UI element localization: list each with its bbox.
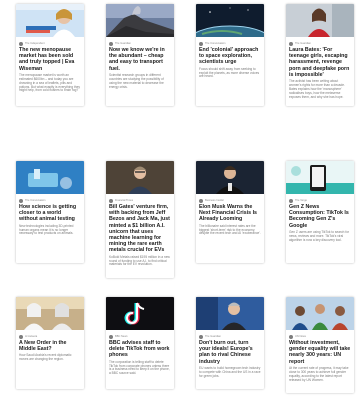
source-logo-icon bbox=[109, 334, 113, 339]
source-logo-icon bbox=[19, 198, 23, 203]
source-logo-icon bbox=[289, 198, 293, 203]
article-card[interactable]: The Guardian Don't burn out, turn your i… bbox=[196, 297, 264, 389]
article-headline[interactable]: A New Order in the Middle East? bbox=[16, 339, 84, 352]
source-logo-icon bbox=[19, 41, 23, 46]
bill-gates-portrait-photo-icon bbox=[106, 161, 174, 194]
article-excerpt: New technologies including 3D-printed hu… bbox=[19, 223, 74, 236]
middle-east-leaders-photo-icon bbox=[16, 297, 84, 330]
article-card[interactable]: UN News Without investment, gender equal… bbox=[286, 297, 354, 393]
article-excerpt: The activist has been writing about wome… bbox=[289, 79, 345, 99]
article-card[interactable]: BBC News BBC advises staff to delete Tik… bbox=[106, 297, 174, 389]
source-logo-icon bbox=[199, 198, 203, 203]
article-excerpt: The billionaire said interest rates are … bbox=[199, 223, 261, 236]
article-card[interactable]: The Verge Gen Z News Consumption: TikTok… bbox=[286, 161, 354, 263]
article-excerpt: Gen Z users are using TikTok to search f… bbox=[289, 229, 350, 242]
tiktok-logo-photo-icon bbox=[106, 297, 174, 330]
woman-portrait-photo-icon bbox=[16, 4, 84, 37]
volcano-photo-icon bbox=[106, 4, 174, 37]
women-group-photo-icon bbox=[286, 297, 354, 330]
lab-microscope-photo-icon bbox=[16, 161, 84, 194]
article-excerpt: Focus should shift away from seeking to … bbox=[199, 66, 260, 79]
source-logo-icon bbox=[109, 41, 113, 46]
article-card[interactable]: The Independent The new menopause market… bbox=[16, 4, 84, 106]
article-headline[interactable]: End 'colonial' approach to space explora… bbox=[196, 46, 264, 66]
article-card[interactable]: The Guardian Now we know we're in the ab… bbox=[106, 4, 174, 106]
source-name: UN News bbox=[295, 334, 306, 338]
article-headline[interactable]: The new menopause market has been sold a… bbox=[16, 46, 84, 72]
woman-red-dress-photo-icon bbox=[286, 4, 354, 37]
article-headline[interactable]: Without investment, gender equality will… bbox=[286, 339, 354, 365]
article-headline[interactable]: Bill Gates' venture firm, with backing f… bbox=[106, 203, 174, 254]
article-card[interactable]: Business Insider Elon Musk Warns the Nex… bbox=[196, 161, 264, 263]
politician-portrait-photo-icon bbox=[196, 297, 264, 330]
article-headline[interactable]: How science is getting closer to a world… bbox=[16, 203, 84, 223]
source-logo-icon bbox=[289, 41, 293, 46]
article-excerpt: EU wants to build homegrown tech industr… bbox=[199, 365, 261, 378]
source-name: The Conversation bbox=[25, 198, 46, 202]
article-excerpt: How Saudi Arabia's recent diplomatic mov… bbox=[19, 353, 72, 362]
article-card[interactable]: The Guardian Laura Bates: 'For teenage g… bbox=[286, 4, 354, 106]
article-headline[interactable]: Laura Bates: 'For teenage girls, escapin… bbox=[286, 46, 354, 78]
article-excerpt: The corporation is telling staff to dele… bbox=[109, 359, 170, 376]
article-headline[interactable]: BBC advises staff to delete TikTok from … bbox=[106, 339, 174, 359]
article-excerpt: At the current rate of progress, it may … bbox=[289, 365, 349, 382]
source-logo-icon bbox=[289, 334, 293, 339]
article-card[interactable]: Al Jazeera A New Order in the Middle Eas… bbox=[16, 297, 84, 389]
article-excerpt: The menopause market is worth an estimat… bbox=[19, 72, 80, 93]
article-headline[interactable]: Gen Z News Consumption: TikTok Is Becomi… bbox=[286, 203, 354, 229]
source-logo-icon bbox=[109, 198, 113, 203]
phone-tiktok-photo-icon bbox=[286, 161, 354, 194]
source-logo-icon bbox=[199, 41, 203, 46]
elon-musk-portrait-photo-icon bbox=[196, 161, 264, 194]
source-name: The Guardian bbox=[295, 41, 311, 45]
source-logo-icon bbox=[199, 334, 203, 339]
source-name: Business Insider bbox=[205, 198, 225, 202]
article-excerpt: KoBold Metals raised $195 million in a n… bbox=[109, 254, 170, 267]
source-name: The Conversation bbox=[205, 41, 226, 45]
source-name: The Verge bbox=[295, 198, 307, 202]
article-headline[interactable]: Elon Musk Warns the Next Financial Crisi… bbox=[196, 203, 264, 223]
article-excerpt: Scientist research groups in different c… bbox=[109, 72, 164, 89]
source-name: Financial Times bbox=[115, 198, 134, 202]
article-headline[interactable]: Don't burn out, turn your ideals! Europe… bbox=[196, 339, 264, 365]
source-logo-icon bbox=[19, 334, 23, 339]
space-planet-photo-icon bbox=[196, 4, 264, 37]
article-headline[interactable]: Now we know we're in the abundant – chea… bbox=[106, 46, 174, 72]
article-card[interactable]: The Conversation End 'colonial' approach… bbox=[196, 4, 264, 106]
source-name: The Independent bbox=[25, 41, 45, 45]
article-card[interactable]: Financial Times Bill Gates' venture firm… bbox=[106, 161, 174, 278]
source-name: The Guardian bbox=[205, 334, 221, 338]
source-name: BBC News bbox=[115, 334, 128, 338]
source-name: Al Jazeera bbox=[25, 334, 38, 338]
article-card[interactable]: The Conversation How science is getting … bbox=[16, 161, 84, 263]
source-name: The Guardian bbox=[115, 41, 131, 45]
